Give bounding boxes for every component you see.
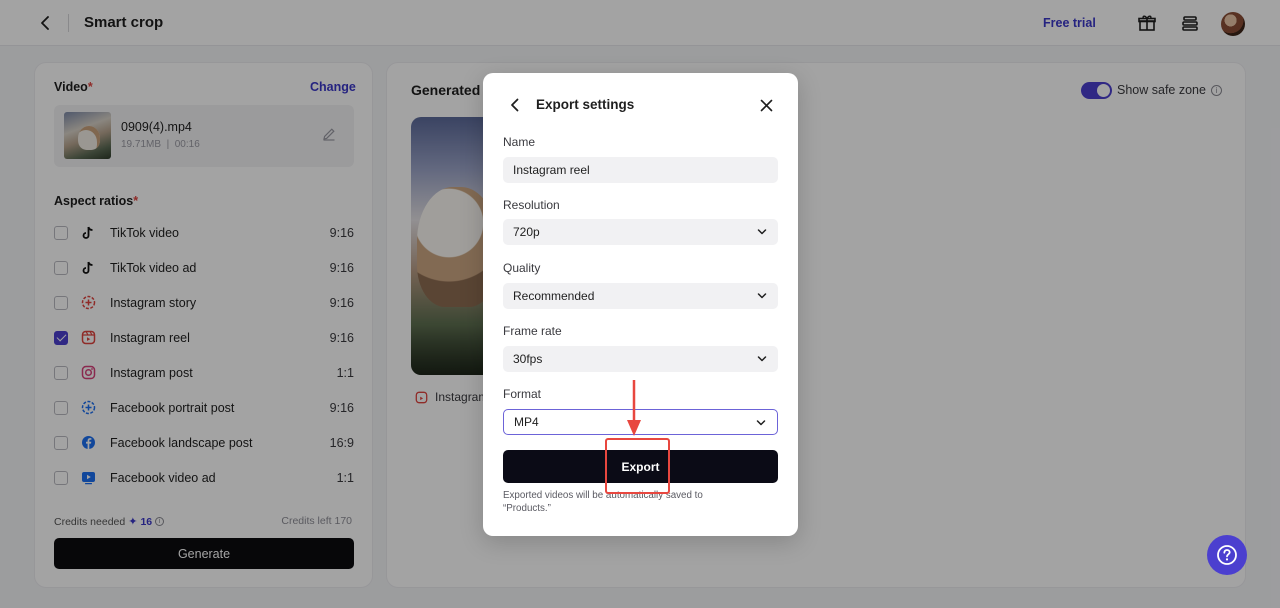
chevron-down-icon (756, 420, 766, 426)
dialog-title: Export settings (536, 97, 635, 112)
question-icon (1217, 545, 1237, 565)
resolution-value: 720p (513, 225, 540, 239)
name-input[interactable] (503, 157, 778, 183)
frame-rate-value: 30fps (513, 352, 543, 366)
help-button[interactable] (1207, 535, 1247, 575)
resolution-label: Resolution (503, 198, 560, 212)
chevron-down-icon (757, 293, 767, 299)
resolution-select[interactable]: 720p (503, 219, 778, 245)
close-icon[interactable] (756, 95, 776, 115)
quality-value: Recommended (513, 289, 595, 303)
format-label: Format (503, 387, 542, 401)
frame-rate-select[interactable]: 30fps (503, 346, 778, 372)
chevron-down-icon (757, 356, 767, 362)
annotation-highlight-box (605, 438, 670, 494)
chevron-down-icon (757, 229, 767, 235)
frame-rate-label: Frame rate (503, 324, 562, 338)
quality-label: Quality (503, 261, 541, 275)
name-label: Name (503, 135, 536, 149)
back-icon[interactable] (505, 95, 525, 115)
format-value: MP4 (514, 415, 539, 429)
quality-select[interactable]: Recommended (503, 283, 778, 309)
annotation-arrow (627, 380, 641, 436)
